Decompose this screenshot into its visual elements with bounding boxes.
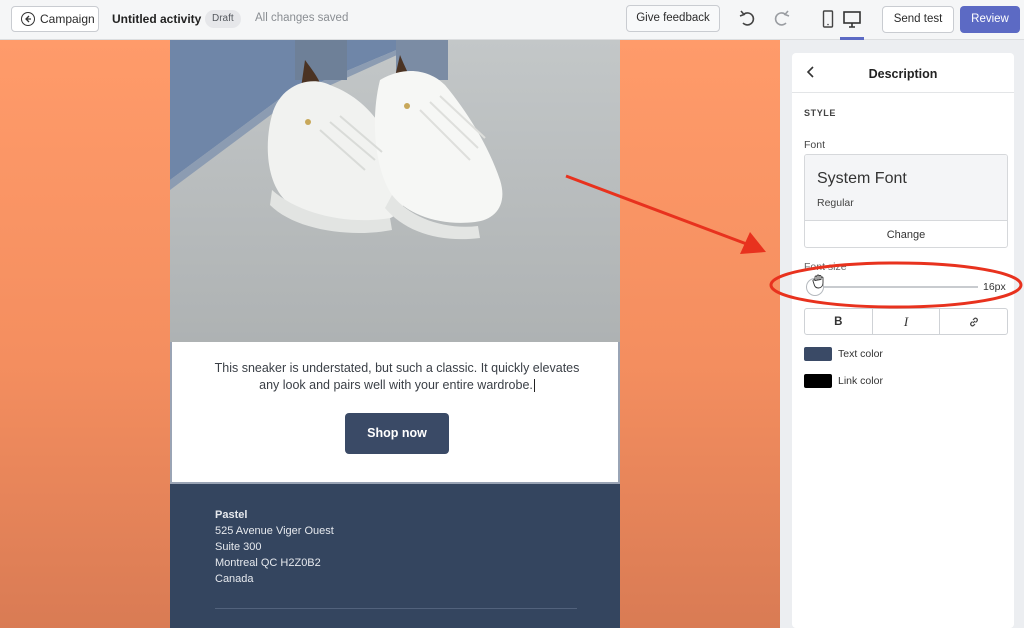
email-body-block[interactable]: This sneaker is understated, but such a … — [170, 342, 620, 484]
status-badge: Draft — [205, 10, 241, 28]
footer-address-line: 525 Avenue Viger Ouest — [215, 525, 334, 537]
link-icon — [969, 317, 978, 326]
back-to-campaign-button[interactable]: Campaign — [11, 6, 99, 32]
style-section-heading: STYLE — [804, 108, 837, 118]
font-name: System Font — [817, 170, 907, 187]
font-picker-card: System Font Regular Change — [804, 154, 1008, 248]
email-preview: This sneaker is understated, but such a … — [170, 40, 620, 628]
mobile-preview-icon[interactable] — [820, 10, 836, 28]
font-size-slider-thumb[interactable] — [806, 278, 824, 296]
italic-label: I — [903, 313, 909, 329]
back-button-label: Campaign — [40, 12, 95, 26]
font-label: Font — [804, 139, 826, 151]
description-text[interactable]: This sneaker is understated, but such a … — [215, 361, 580, 392]
shop-now-button[interactable]: Shop now — [345, 413, 449, 454]
text-color-swatch[interactable] — [804, 347, 832, 361]
panel-header: Description — [792, 53, 1014, 93]
panel-title: Description — [868, 67, 938, 81]
footer-address-line: Montreal QC H2Z0B2 — [215, 557, 321, 569]
send-test-button[interactable]: Send test — [882, 6, 954, 33]
text-color-label: Text color — [838, 348, 883, 360]
change-font-button[interactable]: Change — [805, 222, 1007, 247]
desktop-preview-icon[interactable] — [841, 8, 863, 30]
save-status: All changes saved — [255, 12, 349, 24]
text-color-row[interactable]: Text color — [804, 347, 883, 361]
bold-button[interactable]: B — [805, 309, 873, 334]
activity-title[interactable]: Untitled activity — [112, 12, 201, 26]
redo-icon[interactable] — [770, 8, 792, 30]
description-text-wrapper[interactable]: This sneaker is understated, but such a … — [204, 360, 590, 394]
email-canvas: This sneaker is understated, but such a … — [0, 40, 780, 628]
settings-sidebar: Description STYLE Font System Font Regul… — [780, 40, 1024, 628]
sneaker-photo[interactable] — [170, 40, 620, 342]
top-toolbar: Campaign Untitled activity Draft All cha… — [0, 0, 1024, 40]
link-color-label: Link color — [838, 375, 883, 387]
footer-address-line: Canada — [215, 573, 254, 585]
link-color-row[interactable]: Link color — [804, 374, 883, 388]
text-format-toolbar: B I — [804, 308, 1008, 335]
description-panel: Description STYLE Font System Font Regul… — [792, 53, 1014, 628]
bold-label: B — [834, 315, 843, 328]
link-button[interactable] — [940, 309, 1007, 334]
italic-button[interactable]: I — [873, 309, 941, 334]
review-button[interactable]: Review — [960, 6, 1020, 33]
font-preview: System Font Regular — [805, 155, 1007, 221]
email-footer: Pastel 525 Avenue Viger Ouest Suite 300 … — [170, 484, 620, 628]
font-weight: Regular — [817, 197, 854, 209]
font-size-label: Font size — [804, 261, 847, 273]
link-color-swatch[interactable] — [804, 374, 832, 388]
text-cursor — [533, 379, 535, 393]
back-arrow-icon — [21, 12, 35, 26]
footer-address-line: Suite 300 — [215, 541, 262, 553]
font-size-value: 16px — [983, 281, 1006, 293]
footer-divider — [215, 608, 577, 609]
font-size-slider-track[interactable] — [806, 286, 978, 288]
give-feedback-button[interactable]: Give feedback — [626, 5, 720, 32]
footer-company-name: Pastel — [215, 509, 248, 521]
undo-icon[interactable] — [737, 8, 759, 30]
